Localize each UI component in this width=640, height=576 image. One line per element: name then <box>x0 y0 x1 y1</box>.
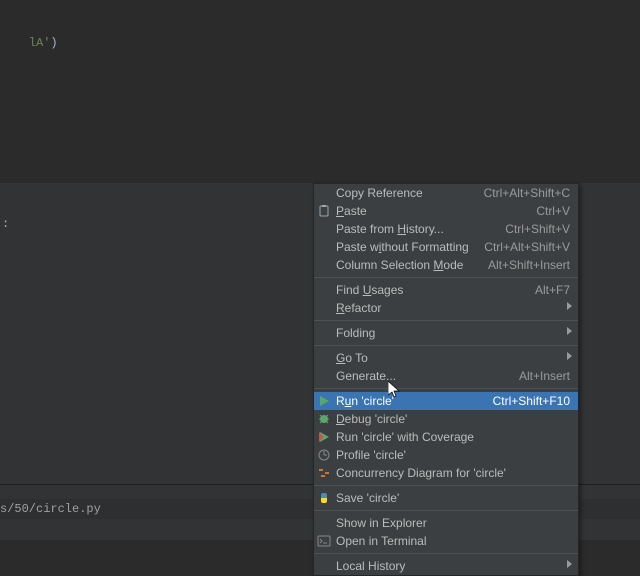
menu-label: Profile 'circle' <box>336 448 406 462</box>
context-menu: Copy Reference Ctrl+Alt+Shift+C Paste Ct… <box>313 183 579 576</box>
menu-separator <box>314 388 578 389</box>
menu-label: Local History <box>336 559 405 573</box>
menu-label: Folding <box>336 326 375 340</box>
submenu-arrow-icon <box>567 327 572 335</box>
menu-shortcut: Ctrl+V <box>536 202 570 220</box>
clipboard-icon <box>317 204 331 218</box>
menu-separator <box>314 345 578 346</box>
menu-label: Debug 'circle' <box>336 412 407 426</box>
menu-goto[interactable]: Go To <box>314 349 578 367</box>
concurrency-icon <box>317 466 331 480</box>
menu-label: Refactor <box>336 301 381 315</box>
menu-paste-history[interactable]: Paste from History... Ctrl+Shift+V <box>314 220 578 238</box>
debug-icon <box>317 412 331 426</box>
menu-label: Paste from History... <box>336 222 444 236</box>
submenu-arrow-icon <box>567 560 572 568</box>
menu-separator <box>314 277 578 278</box>
menu-label: Find Usages <box>336 283 403 297</box>
submenu-arrow-icon <box>567 302 572 310</box>
menu-label: Column Selection Mode <box>336 258 463 272</box>
menu-save[interactable]: Save 'circle' <box>314 489 578 507</box>
menu-separator <box>314 553 578 554</box>
menu-shortcut: Ctrl+Shift+V <box>505 220 570 238</box>
menu-local-history[interactable]: Local History <box>314 557 578 575</box>
coverage-icon <box>317 430 331 444</box>
menu-shortcut: Ctrl+Shift+F10 <box>493 392 570 410</box>
profile-icon <box>317 448 331 462</box>
menu-paste[interactable]: Paste Ctrl+V <box>314 202 578 220</box>
menu-label: Copy Reference <box>336 186 423 200</box>
menu-generate[interactable]: Generate... Alt+Insert <box>314 367 578 385</box>
menu-column-selection[interactable]: Column Selection Mode Alt+Shift+Insert <box>314 256 578 274</box>
code-string: lA' <box>29 36 51 50</box>
menu-label: Save 'circle' <box>336 491 399 505</box>
file-path-text: s/50/circle.py <box>0 502 101 516</box>
menu-folding[interactable]: Folding <box>314 324 578 342</box>
menu-shortcut: Ctrl+Alt+Shift+V <box>484 238 570 256</box>
editor-area[interactable]: lA') <box>0 0 640 183</box>
panel-marker: : <box>2 217 9 231</box>
menu-run[interactable]: Run 'circle' Ctrl+Shift+F10 <box>314 392 578 410</box>
menu-paste-no-fmt[interactable]: Paste without Formatting Ctrl+Alt+Shift+… <box>314 238 578 256</box>
code-paren: ) <box>50 36 57 50</box>
terminal-icon <box>317 534 331 548</box>
menu-shortcut: Alt+Insert <box>519 367 570 385</box>
run-icon <box>317 394 331 408</box>
menu-label: Concurrency Diagram for 'circle' <box>336 466 506 480</box>
menu-label: Paste without Formatting <box>336 240 469 254</box>
menu-label: Run 'circle' with Coverage <box>336 430 474 444</box>
menu-label: Open in Terminal <box>336 534 427 548</box>
menu-label: Go To <box>336 351 368 365</box>
menu-shortcut: Alt+Shift+Insert <box>488 256 570 274</box>
menu-label: Run 'circle' <box>336 394 394 408</box>
menu-run-coverage[interactable]: Run 'circle' with Coverage <box>314 428 578 446</box>
menu-open-terminal[interactable]: Open in Terminal <box>314 532 578 550</box>
menu-profile[interactable]: Profile 'circle' <box>314 446 578 464</box>
menu-separator <box>314 320 578 321</box>
menu-copy-reference[interactable]: Copy Reference Ctrl+Alt+Shift+C <box>314 184 578 202</box>
menu-shortcut: Ctrl+Alt+Shift+C <box>484 184 570 202</box>
menu-separator <box>314 485 578 486</box>
menu-debug[interactable]: Debug 'circle' <box>314 410 578 428</box>
menu-shortcut: Alt+F7 <box>535 281 570 299</box>
menu-refactor[interactable]: Refactor <box>314 299 578 317</box>
python-icon <box>317 491 331 505</box>
code-line: lA') <box>0 22 58 64</box>
menu-concurrency[interactable]: Concurrency Diagram for 'circle' <box>314 464 578 482</box>
menu-label: Show in Explorer <box>336 516 427 530</box>
menu-find-usages[interactable]: Find Usages Alt+F7 <box>314 281 578 299</box>
menu-label: Generate... <box>336 369 396 383</box>
menu-label: Paste <box>336 204 367 218</box>
submenu-arrow-icon <box>567 352 572 360</box>
menu-separator <box>314 510 578 511</box>
menu-show-explorer[interactable]: Show in Explorer <box>314 514 578 532</box>
